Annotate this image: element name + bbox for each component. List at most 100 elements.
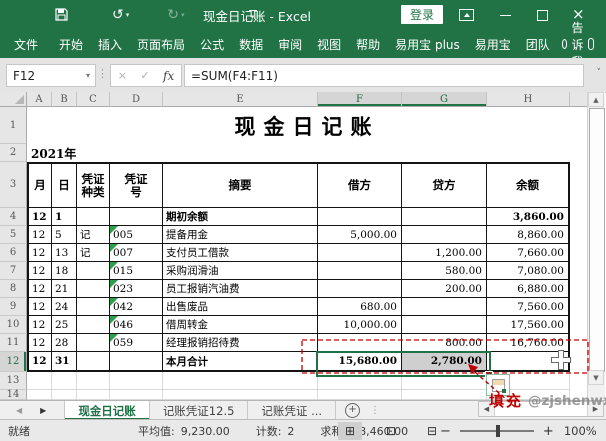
ribbon-tab-10[interactable]: 易用宝 — [469, 36, 517, 53]
login-button[interactable]: 登录 — [401, 5, 443, 24]
cell-C11[interactable] — [77, 334, 110, 352]
cell-G11[interactable]: 800.00 — [402, 334, 487, 352]
empty-cell[interactable] — [110, 372, 163, 390]
cell-E4[interactable]: 期初余额 — [163, 208, 318, 226]
cell-E10[interactable]: 借周转金 — [163, 316, 318, 334]
column-header-B[interactable]: B — [52, 92, 77, 107]
ribbon-tab-4[interactable]: 公式 — [194, 36, 230, 53]
cell-C12[interactable] — [77, 352, 110, 372]
cell-A4[interactable]: 12 — [27, 208, 52, 226]
table-header-cell[interactable]: 凭证 种类 — [77, 162, 110, 208]
cell-D7[interactable]: 015 — [110, 262, 163, 280]
zoom-in-icon[interactable]: + — [543, 424, 554, 439]
normal-view-icon[interactable]: ⊞ — [338, 422, 362, 440]
cell-H4[interactable]: 3,860.00 — [487, 208, 570, 226]
empty-cell[interactable] — [402, 144, 487, 162]
row-header-8[interactable]: 8 — [0, 280, 27, 298]
cell-H10[interactable]: 17,560.00 — [487, 316, 570, 334]
vertical-scrollbar[interactable]: ▲ ▼ — [587, 92, 605, 400]
cell-B5[interactable]: 5 — [52, 226, 77, 244]
table-header-cell[interactable]: 余额 — [487, 162, 570, 208]
cell-G7[interactable]: 580.00 — [402, 262, 487, 280]
customize-qat-button[interactable]: ▾ — [249, 10, 257, 21]
empty-cell[interactable] — [402, 390, 487, 400]
cell-B8[interactable]: 21 — [52, 280, 77, 298]
row-header-1[interactable]: 1 — [0, 107, 27, 144]
cell-H7[interactable]: 7,080.00 — [487, 262, 570, 280]
cell-G12[interactable]: 2,780.00 — [402, 352, 487, 372]
cell-C7[interactable] — [77, 262, 110, 280]
cell-D5[interactable]: 005 — [110, 226, 163, 244]
ribbon-tab-6[interactable]: 审阅 — [272, 36, 308, 53]
cell-D11[interactable]: 059 — [110, 334, 163, 352]
empty-cell[interactable] — [110, 390, 163, 400]
undo-dropdown-icon[interactable]: ▾ — [126, 11, 130, 19]
cell-C5[interactable]: 记 — [77, 226, 110, 244]
cell-A10[interactable]: 12 — [27, 316, 52, 334]
sheet-tab-2[interactable]: 记账凭证 ... — [248, 401, 336, 420]
table-header-cell[interactable]: 凭证 号 — [110, 162, 163, 208]
cell-C9[interactable] — [77, 298, 110, 316]
select-all-button[interactable] — [0, 92, 27, 107]
column-header-H[interactable]: H — [487, 92, 570, 107]
column-header-G[interactable]: G — [402, 92, 487, 107]
cell-D12[interactable] — [110, 352, 163, 372]
redo-button[interactable]: ↻▾ — [167, 7, 184, 23]
row-header-10[interactable]: 10 — [0, 316, 27, 334]
cell-G5[interactable] — [402, 226, 487, 244]
row-header-6[interactable]: 6 — [0, 244, 27, 262]
column-header-D[interactable]: D — [110, 92, 163, 107]
cell-D9[interactable]: 042 — [110, 298, 163, 316]
zoom-out-icon[interactable]: − — [440, 424, 451, 439]
cell-B9[interactable]: 24 — [52, 298, 77, 316]
sheet-next-icon[interactable]: ▶ — [40, 406, 46, 415]
empty-cell[interactable] — [318, 390, 402, 400]
empty-cell[interactable] — [163, 144, 318, 162]
cell-C4[interactable] — [77, 208, 110, 226]
ribbon-tab-2[interactable]: 插入 — [92, 36, 128, 53]
cell-D6[interactable]: 007 — [110, 244, 163, 262]
table-header-cell[interactable]: 贷方 — [402, 162, 487, 208]
ribbon-tab-1[interactable]: 开始 — [53, 36, 89, 53]
sheet-prev-icon[interactable]: ◀ — [16, 406, 22, 415]
cell-G8[interactable]: 200.00 — [402, 280, 487, 298]
scroll-down-icon[interactable]: ▼ — [588, 370, 604, 385]
cell-F5[interactable]: 5,000.00 — [318, 226, 402, 244]
cell-F10[interactable]: 10,000.00 — [318, 316, 402, 334]
undo-button[interactable]: ↺▾ — [112, 7, 129, 23]
scroll-up-icon[interactable]: ▲ — [588, 92, 604, 107]
add-sheet-button[interactable]: + — [345, 401, 360, 420]
comment-icon[interactable] — [588, 38, 594, 50]
row-header-4[interactable]: 4 — [0, 208, 27, 226]
empty-cell[interactable] — [27, 390, 52, 400]
minimize-button[interactable] — [500, 15, 511, 16]
ribbon-tab-0[interactable]: 文件 — [8, 36, 44, 53]
vertical-scrollbar-thumb[interactable] — [589, 108, 605, 372]
sheet-tab-1[interactable]: 记账凭证12.5 — [150, 401, 249, 420]
cell-A5[interactable]: 12 — [27, 226, 52, 244]
formula-input[interactable]: =SUM(F4:F11) — [184, 64, 584, 87]
cell-B7[interactable]: 18 — [52, 262, 77, 280]
cell-H9[interactable]: 7,560.00 — [487, 298, 570, 316]
ribbon-tab-8[interactable]: 帮助 — [350, 36, 386, 53]
cell-B12[interactable]: 31 — [52, 352, 77, 372]
table-header-cell[interactable]: 日 — [52, 162, 77, 208]
cell-D4[interactable] — [110, 208, 163, 226]
cell-F12[interactable]: 15,680.00 — [318, 352, 402, 372]
cell-H6[interactable]: 7,660.00 — [487, 244, 570, 262]
cell-A9[interactable]: 12 — [27, 298, 52, 316]
cell-C10[interactable] — [77, 316, 110, 334]
enter-icon[interactable]: ✓ — [140, 69, 149, 82]
cell-E8[interactable]: 员工报销汽油费 — [163, 280, 318, 298]
row-header-13[interactable]: 13 — [0, 372, 27, 390]
row-header-5[interactable]: 5 — [0, 226, 27, 244]
empty-cell[interactable] — [402, 372, 487, 390]
name-box-dropdown-icon[interactable]: ▾ — [86, 71, 90, 80]
cell-D10[interactable]: 046 — [110, 316, 163, 334]
cell-B11[interactable]: 28 — [52, 334, 77, 352]
redo-dropdown-icon[interactable]: ▾ — [181, 11, 185, 19]
cell-A6[interactable]: 12 — [27, 244, 52, 262]
ribbon-tab-5[interactable]: 数据 — [233, 36, 269, 53]
row-header-12[interactable]: 12 — [0, 352, 27, 372]
sheet-tab-0[interactable]: 现金日记账 — [64, 401, 150, 420]
